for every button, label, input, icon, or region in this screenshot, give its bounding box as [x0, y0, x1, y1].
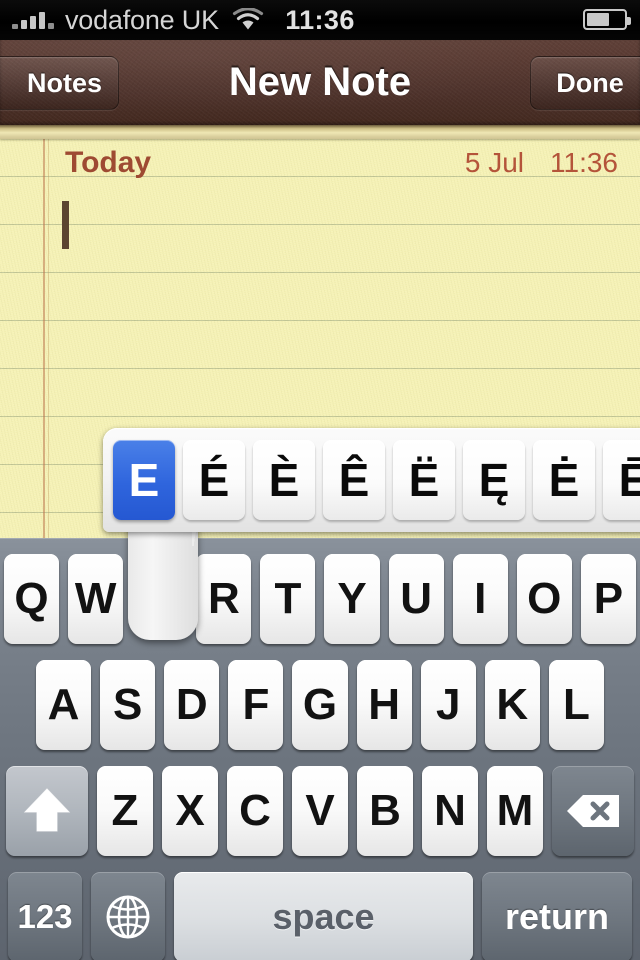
- status-clock: 11:36: [285, 4, 355, 35]
- text-cursor: [62, 201, 69, 249]
- note-header: Today 5 Jul 11:36: [0, 139, 640, 187]
- numbers-key[interactable]: 123: [8, 872, 82, 960]
- key-i[interactable]: I: [452, 554, 508, 644]
- keyboard-row-4: 123 space return: [0, 872, 640, 960]
- accent-option-eacute[interactable]: É: [183, 440, 245, 520]
- status-bar: vodafone UK 11:36: [0, 0, 640, 40]
- accent-option-ecirc[interactable]: Ê: [323, 440, 385, 520]
- backspace-delete-icon: [567, 795, 619, 827]
- key-n[interactable]: N: [422, 766, 478, 856]
- key-t[interactable]: T: [260, 554, 316, 644]
- key-j[interactable]: J: [420, 660, 476, 750]
- key-w[interactable]: W: [68, 554, 124, 644]
- note-time: 11:36: [550, 147, 618, 178]
- space-key[interactable]: space: [174, 872, 473, 960]
- key-v[interactable]: V: [292, 766, 348, 856]
- key-f[interactable]: F: [228, 660, 284, 750]
- navigation-bar: Notes New Note Done: [0, 40, 640, 125]
- key-g[interactable]: G: [292, 660, 348, 750]
- key-l[interactable]: L: [548, 660, 604, 750]
- note-day-label: Today: [65, 146, 152, 179]
- return-key[interactable]: return: [482, 872, 632, 960]
- accent-option-eogonek[interactable]: Ę: [463, 440, 525, 520]
- accent-option-emacron[interactable]: Ē: [603, 440, 640, 520]
- key-z[interactable]: Z: [97, 766, 153, 856]
- note-date: 5 Jul: [464, 147, 524, 178]
- key-h[interactable]: H: [356, 660, 412, 750]
- shift-arrow-icon: [23, 788, 71, 832]
- language-globe-key[interactable]: [91, 872, 165, 960]
- battery-icon: [583, 9, 631, 30]
- done-button-label: Done: [556, 67, 624, 98]
- key-r[interactable]: R: [196, 554, 252, 644]
- note-timestamp: 5 Jul 11:36: [465, 147, 618, 179]
- globe-language-icon: [106, 895, 150, 939]
- key-u[interactable]: U: [388, 554, 444, 644]
- key-q[interactable]: Q: [4, 554, 60, 644]
- paper-torn-edge: [0, 125, 640, 139]
- accent-option-euml[interactable]: Ë: [393, 440, 455, 520]
- onscreen-keyboard: Q W E R T Y U I O P A S D F G H J K L: [0, 538, 640, 960]
- done-button[interactable]: Done: [530, 56, 640, 110]
- key-y[interactable]: Y: [324, 554, 380, 644]
- key-c[interactable]: C: [227, 766, 283, 856]
- key-p[interactable]: P: [580, 554, 636, 644]
- keyboard-row-1: Q W E R T Y U I O P: [0, 554, 640, 644]
- key-d[interactable]: D: [164, 660, 220, 750]
- key-b[interactable]: B: [357, 766, 413, 856]
- key-m[interactable]: M: [487, 766, 543, 856]
- accent-option-e[interactable]: E: [113, 440, 175, 520]
- shift-key[interactable]: [6, 766, 88, 856]
- iphone-screen: vodafone UK 11:36 Notes New Note Done To…: [0, 0, 640, 960]
- accent-option-edot[interactable]: Ė: [533, 440, 595, 520]
- delete-key[interactable]: [552, 766, 634, 856]
- accent-option-egrave[interactable]: È: [253, 440, 315, 520]
- keyboard-row-2: A S D F G H J K L: [0, 660, 640, 750]
- key-x[interactable]: X: [162, 766, 218, 856]
- key-o[interactable]: O: [516, 554, 572, 644]
- keyboard-row-3: Z X C V B N M: [0, 766, 640, 856]
- key-s[interactable]: S: [100, 660, 156, 750]
- key-a[interactable]: A: [36, 660, 92, 750]
- key-k[interactable]: K: [484, 660, 540, 750]
- accent-character-popup[interactable]: E É È Ê Ë Ę Ė Ē: [103, 428, 640, 532]
